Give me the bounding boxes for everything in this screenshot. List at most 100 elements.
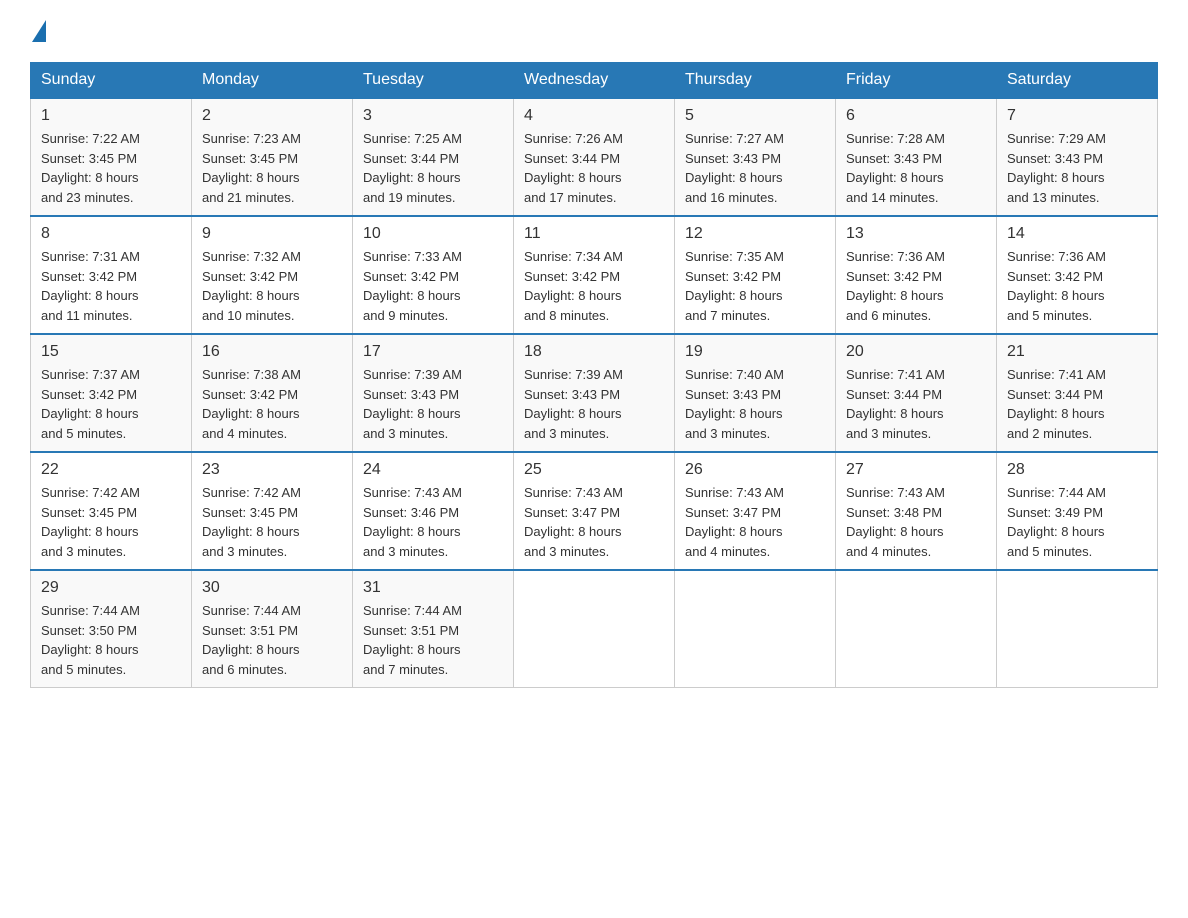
- logo-triangle-icon: [32, 20, 46, 42]
- day-number: 8: [41, 225, 181, 243]
- day-info: Sunrise: 7:43 AMSunset: 3:48 PMDaylight:…: [846, 483, 986, 561]
- calendar-day-cell: 8 Sunrise: 7:31 AMSunset: 3:42 PMDaylight…: [31, 216, 192, 334]
- day-number: 31: [363, 579, 503, 597]
- day-number: 23: [202, 461, 342, 479]
- day-number: 25: [524, 461, 664, 479]
- calendar-day-cell: 29 Sunrise: 7:44 AMSunset: 3:50 PMDayligh…: [31, 570, 192, 688]
- calendar-week-row: 15 Sunrise: 7:37 AMSunset: 3:42 PMDayligh…: [31, 334, 1158, 452]
- calendar-day-cell: [514, 570, 675, 688]
- day-info: Sunrise: 7:44 AMSunset: 3:50 PMDaylight:…: [41, 601, 181, 679]
- day-info: Sunrise: 7:43 AMSunset: 3:47 PMDaylight:…: [685, 483, 825, 561]
- day-info: Sunrise: 7:44 AMSunset: 3:51 PMDaylight:…: [363, 601, 503, 679]
- day-of-week-header: Friday: [836, 63, 997, 99]
- day-info: Sunrise: 7:33 AMSunset: 3:42 PMDaylight:…: [363, 247, 503, 325]
- calendar-day-cell: [675, 570, 836, 688]
- calendar-week-row: 8 Sunrise: 7:31 AMSunset: 3:42 PMDaylight…: [31, 216, 1158, 334]
- day-info: Sunrise: 7:37 AMSunset: 3:42 PMDaylight:…: [41, 365, 181, 443]
- calendar-day-cell: 25Sunrise: 7:43 AMSunset: 3:47 PMDayligh…: [514, 452, 675, 570]
- calendar-day-cell: 17Sunrise: 7:39 AMSunset: 3:43 PMDayligh…: [353, 334, 514, 452]
- day-number: 30: [202, 579, 342, 597]
- day-info: Sunrise: 7:35 AMSunset: 3:42 PMDaylight:…: [685, 247, 825, 325]
- day-info: Sunrise: 7:28 AMSunset: 3:43 PMDaylight:…: [846, 129, 986, 207]
- day-of-week-header: Saturday: [997, 63, 1158, 99]
- day-info: Sunrise: 7:44 AMSunset: 3:51 PMDaylight:…: [202, 601, 342, 679]
- day-number: 17: [363, 343, 503, 361]
- day-number: 19: [685, 343, 825, 361]
- day-number: 13: [846, 225, 986, 243]
- calendar-week-row: 1 Sunrise: 7:22 AMSunset: 3:45 PMDaylight…: [31, 98, 1158, 216]
- day-number: 7: [1007, 107, 1147, 125]
- day-number: 12: [685, 225, 825, 243]
- day-number: 29: [41, 579, 181, 597]
- calendar-day-cell: 22Sunrise: 7:42 AMSunset: 3:45 PMDayligh…: [31, 452, 192, 570]
- calendar-day-cell: 14 Sunrise: 7:36 AMSunset: 3:42 PMDayligh…: [997, 216, 1158, 334]
- day-number: 1: [41, 107, 181, 125]
- day-info: Sunrise: 7:39 AMSunset: 3:43 PMDaylight:…: [524, 365, 664, 443]
- calendar-week-row: 22 Sunrise: 7:42 AMSunset: 3:45 PMDayligh…: [31, 452, 1158, 570]
- calendar-table: SundayMondayTuesdayWednesdayThursdayFrid…: [30, 62, 1158, 688]
- calendar-day-cell: 28 Sunrise: 7:44 AMSunset: 3:49 PMDayligh…: [997, 452, 1158, 570]
- day-number: 2: [202, 107, 342, 125]
- day-info: Sunrise: 7:44 AMSunset: 3:49 PMDaylight:…: [1007, 483, 1147, 561]
- day-info: Sunrise: 7:27 AMSunset: 3:43 PMDaylight:…: [685, 129, 825, 207]
- day-number: 11: [524, 225, 664, 243]
- day-number: 20: [846, 343, 986, 361]
- day-number: 14: [1007, 225, 1147, 243]
- day-number: 28: [1007, 461, 1147, 479]
- day-number: 3: [363, 107, 503, 125]
- day-info: Sunrise: 7:29 AMSunset: 3:43 PMDaylight:…: [1007, 129, 1147, 207]
- day-of-week-header: Sunday: [31, 63, 192, 99]
- calendar-day-cell: 23 Sunrise: 7:42 AMSunset: 3:45 PMDayligh…: [192, 452, 353, 570]
- logo: [30, 20, 46, 42]
- day-number: 10: [363, 225, 503, 243]
- calendar-day-cell: 30 Sunrise: 7:44 AMSunset: 3:51 PMDayligh…: [192, 570, 353, 688]
- calendar-day-cell: [997, 570, 1158, 688]
- day-info: Sunrise: 7:25 AMSunset: 3:44 PMDaylight:…: [363, 129, 503, 207]
- day-of-week-header: Tuesday: [353, 63, 514, 99]
- page-header: [30, 20, 1158, 42]
- day-info: Sunrise: 7:31 AMSunset: 3:42 PMDaylight:…: [41, 247, 181, 325]
- day-info: Sunrise: 7:22 AMSunset: 3:45 PMDaylight:…: [41, 129, 181, 207]
- day-number: 5: [685, 107, 825, 125]
- calendar-day-cell: 6 Sunrise: 7:28 AMSunset: 3:43 PMDaylight…: [836, 98, 997, 216]
- calendar-day-cell: 3 Sunrise: 7:25 AMSunset: 3:44 PMDaylight…: [353, 98, 514, 216]
- day-number: 15: [41, 343, 181, 361]
- calendar-day-cell: 13 Sunrise: 7:36 AMSunset: 3:42 PMDayligh…: [836, 216, 997, 334]
- day-info: Sunrise: 7:42 AMSunset: 3:45 PMDaylight:…: [202, 483, 342, 561]
- day-info: Sunrise: 7:26 AMSunset: 3:44 PMDaylight:…: [524, 129, 664, 207]
- day-number: 22: [41, 461, 181, 479]
- calendar-header-row: SundayMondayTuesdayWednesdayThursdayFrid…: [31, 63, 1158, 99]
- calendar-day-cell: 19 Sunrise: 7:40 AMSunset: 3:43 PMDayligh…: [675, 334, 836, 452]
- day-info: Sunrise: 7:38 AMSunset: 3:42 PMDaylight:…: [202, 365, 342, 443]
- calendar-day-cell: 4Sunrise: 7:26 AMSunset: 3:44 PMDaylight…: [514, 98, 675, 216]
- day-info: Sunrise: 7:43 AMSunset: 3:46 PMDaylight:…: [363, 483, 503, 561]
- calendar-day-cell: 11 Sunrise: 7:34 AMSunset: 3:42 PMDayligh…: [514, 216, 675, 334]
- calendar-day-cell: 5 Sunrise: 7:27 AMSunset: 3:43 PMDaylight…: [675, 98, 836, 216]
- calendar-day-cell: 15 Sunrise: 7:37 AMSunset: 3:42 PMDayligh…: [31, 334, 192, 452]
- day-number: 26: [685, 461, 825, 479]
- day-info: Sunrise: 7:36 AMSunset: 3:42 PMDaylight:…: [846, 247, 986, 325]
- day-number: 16: [202, 343, 342, 361]
- calendar-day-cell: 16 Sunrise: 7:38 AMSunset: 3:42 PMDayligh…: [192, 334, 353, 452]
- day-of-week-header: Wednesday: [514, 63, 675, 99]
- day-info: Sunrise: 7:36 AMSunset: 3:42 PMDaylight:…: [1007, 247, 1147, 325]
- day-number: 27: [846, 461, 986, 479]
- calendar-day-cell: [836, 570, 997, 688]
- day-number: 24: [363, 461, 503, 479]
- calendar-day-cell: 21Sunrise: 7:41 AMSunset: 3:44 PMDayligh…: [997, 334, 1158, 452]
- day-info: Sunrise: 7:41 AMSunset: 3:44 PMDaylight:…: [1007, 365, 1147, 443]
- calendar-week-row: 29 Sunrise: 7:44 AMSunset: 3:50 PMDayligh…: [31, 570, 1158, 688]
- day-number: 9: [202, 225, 342, 243]
- calendar-day-cell: 9Sunrise: 7:32 AMSunset: 3:42 PMDaylight…: [192, 216, 353, 334]
- calendar-day-cell: 18 Sunrise: 7:39 AMSunset: 3:43 PMDayligh…: [514, 334, 675, 452]
- calendar-day-cell: 26 Sunrise: 7:43 AMSunset: 3:47 PMDayligh…: [675, 452, 836, 570]
- day-info: Sunrise: 7:40 AMSunset: 3:43 PMDaylight:…: [685, 365, 825, 443]
- calendar-day-cell: 20Sunrise: 7:41 AMSunset: 3:44 PMDayligh…: [836, 334, 997, 452]
- day-number: 6: [846, 107, 986, 125]
- day-of-week-header: Thursday: [675, 63, 836, 99]
- calendar-day-cell: 31 Sunrise: 7:44 AMSunset: 3:51 PMDayligh…: [353, 570, 514, 688]
- calendar-day-cell: 12 Sunrise: 7:35 AMSunset: 3:42 PMDayligh…: [675, 216, 836, 334]
- day-number: 18: [524, 343, 664, 361]
- calendar-day-cell: 2Sunrise: 7:23 AMSunset: 3:45 PMDaylight…: [192, 98, 353, 216]
- day-info: Sunrise: 7:34 AMSunset: 3:42 PMDaylight:…: [524, 247, 664, 325]
